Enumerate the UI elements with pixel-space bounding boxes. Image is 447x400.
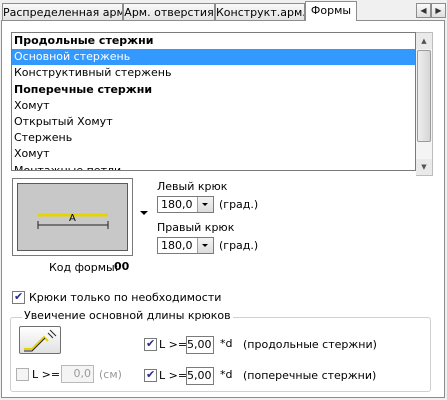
tab-shapes[interactable]: Формы [305, 1, 357, 21]
list-vertical-scrollbar[interactable]: ▲ ▼ [416, 32, 433, 176]
list-group-header: Поперечные стержни [14, 82, 153, 96]
scroll-down-icon[interactable]: ▼ [416, 159, 432, 175]
absolute-length-checkbox[interactable] [16, 368, 29, 381]
shape-list[interactable]: Продольные стержни Основной стержень Конст… [11, 32, 416, 171]
transverse-prefix: L >= [159, 369, 188, 382]
right-hook-label: Правый крюк [157, 221, 235, 234]
longitudinal-factor-input[interactable]: 5,00 [186, 336, 214, 354]
left-hook-unit: (град.) [219, 198, 259, 211]
shape-code-label: Код формы: [49, 261, 119, 274]
tab-constructive-reinforcement[interactable]: Конструкт.арм. [215, 3, 305, 20]
shape-code-value: 00 [114, 260, 130, 273]
chevron-down-icon [197, 238, 213, 253]
transverse-note: (поперечные стержни) [243, 369, 377, 382]
absolute-unit: (см) [99, 368, 122, 381]
transverse-hook-checkbox[interactable] [144, 368, 157, 382]
hooks-only-needed-label: Крюки только по необходимости [29, 291, 222, 304]
scroll-up-icon[interactable]: ▲ [416, 33, 432, 49]
shape-preview-canvas: A [17, 183, 128, 251]
transverse-suffix: *d [220, 368, 233, 381]
list-item[interactable]: Хомут [12, 98, 415, 114]
hook-icon [24, 329, 57, 352]
transverse-factor-input[interactable]: 5,00 [186, 367, 214, 385]
list-item[interactable]: Основной стержень [12, 49, 415, 66]
list-item[interactable]: Монтажные петли [12, 163, 415, 171]
longitudinal-note: (продольные стержни) [243, 338, 377, 351]
list-group-header: Продольные стержни [14, 34, 154, 47]
right-hook-select[interactable]: 180,0 [157, 237, 214, 254]
longitudinal-hook-checkbox[interactable] [144, 337, 157, 351]
tab-scroll-left-icon[interactable]: ◀ [416, 3, 431, 18]
scroll-thumb[interactable] [417, 50, 431, 142]
tab-scroll-right-icon[interactable]: ▶ [431, 3, 446, 18]
tab-bar: Распределенная арм. Арм. отверстия Конст… [0, 0, 447, 21]
list-item[interactable]: Стержень [12, 130, 415, 146]
absolute-length-input[interactable]: 0,0 [61, 365, 94, 383]
tab-opening-reinforcement[interactable]: Арм. отверстия [123, 3, 215, 20]
right-hook-unit: (град.) [219, 239, 259, 252]
longitudinal-suffix: *d [220, 337, 233, 350]
hooks-only-needed-checkbox[interactable] [12, 290, 25, 304]
absolute-prefix: L >= [32, 368, 61, 381]
dimension-label: A [69, 213, 76, 224]
list-item[interactable]: Открытый Хомут [12, 114, 415, 130]
longitudinal-prefix: L >= [159, 338, 188, 351]
list-item[interactable]: Конструктивный стержень [12, 65, 415, 81]
list-item[interactable]: Хомут [12, 146, 415, 162]
hook-shape-button[interactable] [19, 326, 61, 354]
chevron-down-icon [197, 197, 213, 212]
hook-length-group-title: Увеичение основной длины крюков [22, 309, 233, 322]
tab-distributed-reinforcement[interactable]: Распределенная арм. [2, 3, 123, 20]
left-hook-label: Левый крюк [157, 180, 228, 193]
shape-preview[interactable]: A [12, 178, 133, 256]
left-hook-select[interactable]: 180,0 [157, 196, 214, 213]
shape-dropdown-arrow-icon[interactable] [140, 211, 148, 215]
